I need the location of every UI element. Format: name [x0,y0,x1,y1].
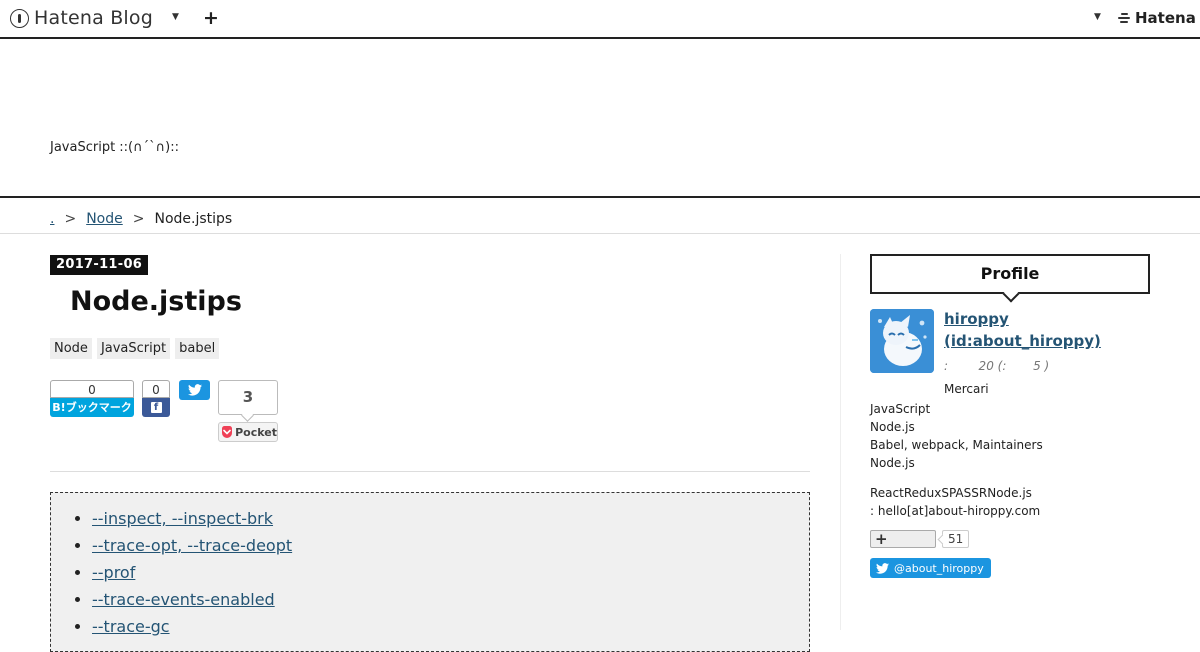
breadcrumb-current: Node.jstips [154,211,233,227]
sidebar-divider [840,254,841,630]
profile-company: Mercari [944,382,989,396]
profile-email: : hello[at]about-hiroppy.com [870,504,1041,518]
entry-tags: Node JavaScript babel [50,338,224,359]
profile-description-line: Node.js [870,456,915,470]
profile-description-line: Babel, webpack, Maintainers [870,438,1043,452]
profile-description: JavaScript Node.js Babel, webpack, Maint… [870,400,1043,472]
follow-widget: + 51 [870,530,970,548]
tag-babel[interactable]: babel [175,338,220,359]
blog-header: JavaScript ::(∩´`∩):: [0,39,1200,198]
toc-item: --prof [92,559,809,586]
profile-name-link[interactable]: hiroppy [944,310,1009,328]
table-of-contents: --inspect, --inspect-brk --trace-opt, --… [50,492,810,652]
entry-divider [50,471,810,472]
profile-heading: Profile [870,254,1150,294]
avatar[interactable] [870,309,934,373]
hatena-bookmark-label: B!ブックマーク [50,398,134,417]
tag-node[interactable]: Node [50,338,92,359]
twitter-bird-icon [187,384,202,396]
hatena-bookmark-button[interactable]: 0 B!ブックマーク [50,380,134,417]
profile-meta: : 20 (: 5 ) [944,359,1050,373]
plus-icon: + [875,530,888,548]
profile-description-line: Node.js [870,420,915,434]
toc-link[interactable]: --trace-events-enabled [92,590,275,609]
twitter-bird-icon [876,562,889,574]
twitter-handle: @about_hiroppy [894,561,984,575]
hatena-logo-text: Hatena [1135,9,1196,27]
global-header: Hatena Blog ▼ + ▼ Hatena [0,0,1200,39]
breadcrumb-separator: > [132,211,145,227]
toc-item: --inspect, --inspect-brk [92,505,809,532]
hatena-blog-logo-text: Hatena Blog [34,7,153,29]
sidebar: Profile hiroppy (id:about_hiroppy) : 20 … [870,254,1150,578]
breadcrumb-separator: > [64,211,77,227]
hatena-logo-icon [1118,12,1132,24]
profile-id-link[interactable]: (id:about_hiroppy) [944,332,1101,350]
profile-description-line: JavaScript [870,402,931,416]
toc-link[interactable]: --trace-opt, --trace-deopt [92,536,292,555]
toc-link[interactable]: --trace-gc [92,617,170,636]
toc-item: --trace-opt, --trace-deopt [92,532,809,559]
pocket-count: 3 [218,380,278,415]
tag-javascript[interactable]: JavaScript [96,338,171,359]
entry-title[interactable]: Node.jstips [70,286,242,317]
facebook-share-button[interactable]: 0 f [142,380,170,417]
profile-name: hiroppy (id:about_hiroppy) [944,308,1144,352]
toc-link[interactable]: --prof [92,563,135,582]
pocket-button[interactable]: 3 Pocket [218,380,278,442]
hatena-bookmark-count: 0 [50,380,134,398]
pocket-icon [222,426,233,438]
pocket-label: Pocket [235,425,277,439]
facebook-icon: f [150,402,162,413]
toc-item: --trace-gc [92,613,809,640]
twitter-share-button[interactable] [179,380,210,400]
follow-button[interactable]: + [870,530,936,548]
toc-link[interactable]: --inspect, --inspect-brk [92,509,273,528]
entry-date[interactable]: 2017-11-06 [50,255,149,275]
chevron-down-icon[interactable]: ▼ [172,12,179,22]
breadcrumb-category-link[interactable]: Node [86,211,123,227]
share-buttons: 0 B!ブックマーク 0 f 3 Pocket [50,380,350,450]
plus-icon[interactable]: + [203,6,219,30]
breadcrumb-home-link[interactable]: . [50,211,54,227]
twitter-follow-button[interactable]: @about_hiroppy [870,558,991,578]
chevron-down-icon[interactable]: ▼ [1094,12,1101,22]
profile-contact: ReactReduxSPASSRNode.js : hello[at]about… [870,484,1040,520]
hatena-blog-logo[interactable]: Hatena Blog [10,6,153,30]
facebook-share-count: 0 [142,380,170,398]
hatena-blog-logo-icon [10,8,29,28]
follower-count: 51 [942,530,970,548]
toc-item: --trace-events-enabled [92,586,809,613]
breadcrumb: . > Node > Node.jstips [0,198,1200,234]
profile-description-line: ReactReduxSPASSRNode.js [870,486,1032,500]
hatena-logo[interactable]: Hatena [1118,9,1196,27]
blog-description: JavaScript ::(∩´`∩):: [50,140,179,155]
